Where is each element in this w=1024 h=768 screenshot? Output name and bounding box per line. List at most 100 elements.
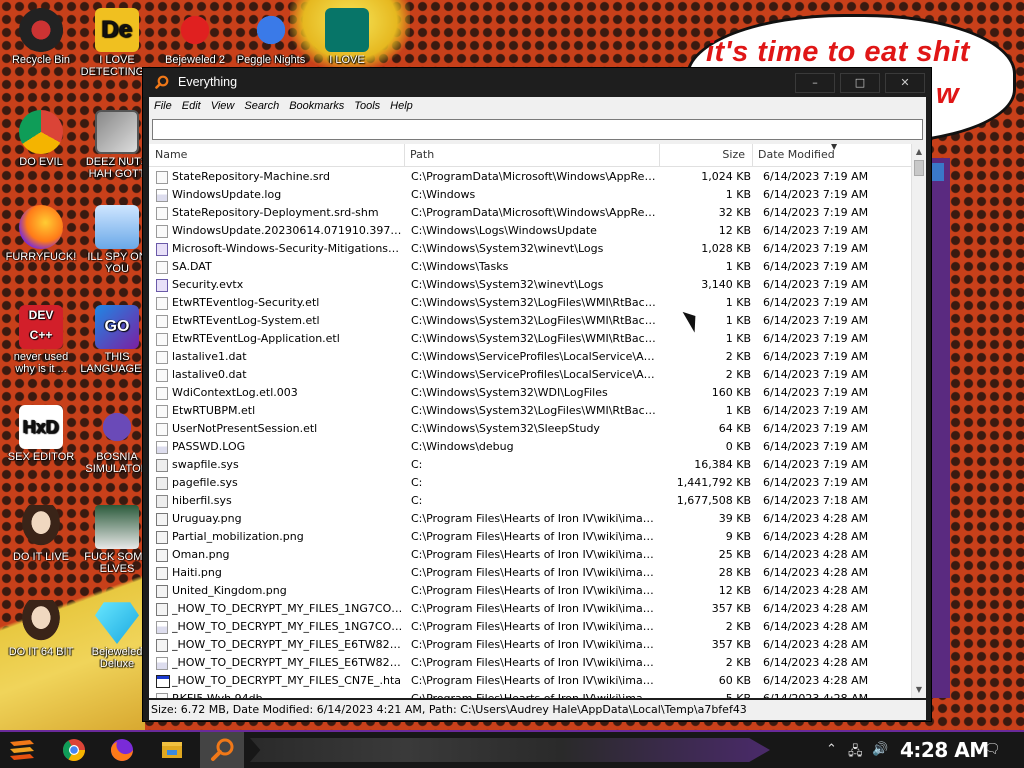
desktop-icon-peggle[interactable]: Peggle Nights — [234, 8, 308, 66]
table-row[interactable]: Partial_mobilization.png C:\Program Files… — [149, 528, 911, 546]
window-titlebar[interactable]: Everything – □ ✕ — [143, 68, 931, 97]
table-row[interactable]: EtwRTEventLog-System.etl C:\Windows\Syste… — [149, 312, 911, 330]
desktop-icon-firefox[interactable]: FURRYFUCK! — [4, 205, 78, 263]
table-row[interactable]: Oman.png C:\Program Files\Hearts of Iron … — [149, 546, 911, 564]
cell-name: StateRepository-Machine.srd — [172, 170, 330, 183]
taskbar-everything[interactable] — [200, 732, 244, 768]
table-row[interactable]: _HOW_TO_DECRYPT_MY_FILES_CN7E_.hta C:\Pro… — [149, 672, 911, 690]
cell-size: 1 KB — [725, 332, 751, 345]
cell-date: 6/14/2023 7:19 AM — [763, 206, 869, 219]
column-path[interactable]: Path — [404, 144, 659, 167]
table-row[interactable]: EtwRTEventlog-Security.etl C:\Windows\Sys… — [149, 294, 911, 312]
table-row[interactable]: _HOW_TO_DECRYPT_MY_FILES_E6TW82_.txt C:\P… — [149, 654, 911, 672]
table-row[interactable]: hiberfil.sys C: 1,677,508 KB 6/14/2023 7:18… — [149, 492, 911, 510]
desktop-icon-portrait64[interactable]: DO IT 64 BIT — [4, 600, 78, 658]
volume-icon[interactable]: 🔊 — [872, 742, 888, 757]
file-img-icon — [156, 513, 168, 526]
menu-edit[interactable]: Edit — [177, 97, 206, 112]
file-log-icon — [156, 657, 168, 670]
menu-bookmarks[interactable]: Bookmarks — [284, 97, 349, 112]
table-row[interactable]: Haiti.png C:\Program Files\Hearts of Iron… — [149, 564, 911, 582]
scroll-thumb[interactable] — [914, 160, 924, 176]
portrait64-icon — [19, 600, 63, 644]
scroll-up-icon[interactable]: ▲ — [912, 144, 926, 160]
cell-path: C:\Windows\debug — [411, 440, 514, 453]
taskbar-clock[interactable]: 4:28 AM — [900, 738, 989, 762]
desktop-icon-devcpp[interactable]: DEV C++ never used why is it ... — [4, 305, 78, 375]
file-file-icon — [156, 423, 168, 436]
maximize-button[interactable]: □ — [840, 73, 880, 93]
table-row[interactable]: EtwRTEventLog-Application.etl C:\Windows\… — [149, 330, 911, 348]
cell-size: 16,384 KB — [694, 458, 751, 471]
table-row[interactable]: RKFJ5 Wyh 94db C:\Program Files\Hearts of… — [149, 690, 911, 698]
taskbar-file-explorer[interactable] — [150, 732, 194, 768]
menu-file[interactable]: File — [149, 97, 177, 112]
table-row[interactable]: SA.DAT C:\Windows\Tasks 1 KB 6/14/2023 7:19… — [149, 258, 911, 276]
taskbar-chrome[interactable] — [52, 732, 96, 768]
vertical-scrollbar[interactable]: ▲ ▼ — [911, 144, 926, 698]
table-row[interactable]: WindowsUpdate.20230614.071910.397.1.etl C… — [149, 222, 911, 240]
table-row[interactable]: UserNotPresentSession.etl C:\Windows\Syst… — [149, 420, 911, 438]
cell-date: 6/14/2023 7:19 AM — [763, 386, 869, 399]
desktop-icon-chrome[interactable]: DO EVIL — [4, 110, 78, 168]
table-row[interactable]: Microsoft-Windows-Security-Mitigations%4… — [149, 240, 911, 258]
cell-path: C:\Windows\System32\winevt\Logs — [411, 242, 604, 255]
menu-view[interactable]: View — [206, 97, 240, 112]
start-button[interactable] — [0, 732, 44, 768]
results-list[interactable]: Name Path Size Date Modified ▼ StateRepo… — [149, 144, 926, 698]
desktop-icon-publisher[interactable]: I LOVE — [310, 8, 384, 66]
cell-date: 6/14/2023 4:28 AM — [763, 584, 869, 597]
taskbar-firefox[interactable] — [100, 732, 144, 768]
table-row[interactable]: pagefile.sys C: 1,441,792 KB 6/14/2023 7:19… — [149, 474, 911, 492]
cell-date: 6/14/2023 7:19 AM — [763, 170, 869, 183]
cell-date: 6/14/2023 7:19 AM — [763, 278, 869, 291]
menu-help[interactable]: Help — [385, 97, 418, 112]
menu-tools[interactable]: Tools — [349, 97, 385, 112]
table-row[interactable]: Security.evtx C:\Windows\System32\winevt\… — [149, 276, 911, 294]
desktop-icon-portrait[interactable]: DO IT LIVE — [4, 505, 78, 563]
window-title: Everything — [178, 75, 238, 89]
network-icon[interactable]: 🖧 — [848, 742, 863, 764]
firefox-icon — [110, 739, 133, 761]
cell-date: 6/14/2023 7:19 AM — [763, 242, 869, 255]
table-row[interactable]: WindowsUpdate.log C:\Windows 1 KB 6/14/2023… — [149, 186, 911, 204]
table-row[interactable]: swapfile.sys C: 16,384 KB 6/14/2023 7:19 AM — [149, 456, 911, 474]
cell-size: 1 KB — [725, 404, 751, 417]
minimize-button[interactable]: – — [795, 73, 835, 93]
tray-chevron-icon[interactable]: ⌃ — [826, 742, 837, 757]
table-row[interactable]: lastalive0.dat C:\Windows\ServiceProfiles… — [149, 366, 911, 384]
table-row[interactable]: _HOW_TO_DECRYPT_MY_FILES_1NG7COH_.txt C:\… — [149, 618, 911, 636]
desktop-icon-bejeweled2[interactable]: Bejeweled 2 — [158, 8, 232, 66]
table-row[interactable]: United_Kingdom.png C:\Program Files\Heart… — [149, 582, 911, 600]
chrome-icon — [19, 110, 63, 154]
desktop-icon-label: Peggle Nights — [236, 54, 306, 66]
close-button[interactable]: ✕ — [885, 73, 925, 93]
table-row[interactable]: StateRepository-Machine.srd C:\ProgramDat… — [149, 168, 911, 186]
search-input[interactable] — [152, 119, 923, 140]
table-row[interactable]: WdiContextLog.etl.003 C:\Windows\System32… — [149, 384, 911, 402]
cell-date: 6/14/2023 4:28 AM — [763, 674, 869, 687]
magnifier-icon — [155, 75, 169, 89]
column-name[interactable]: Name — [149, 144, 404, 167]
scroll-down-icon[interactable]: ▼ — [912, 682, 926, 698]
table-row[interactable]: lastalive1.dat C:\Windows\ServiceProfiles… — [149, 348, 911, 366]
table-row[interactable]: _HOW_TO_DECRYPT_MY_FILES_E6TW82_.png C:\P… — [149, 636, 911, 654]
column-size[interactable]: Size — [659, 144, 751, 167]
cell-date: 6/14/2023 7:19 AM — [763, 404, 869, 417]
table-row[interactable]: StateRepository-Deployment.srd-shm C:\Pro… — [149, 204, 911, 222]
menu-search[interactable]: Search — [239, 97, 284, 112]
cell-name: Uruguay.png — [172, 512, 242, 525]
cell-name: EtwRTUBPM.etl — [172, 404, 256, 417]
cell-name: Partial_mobilization.png — [172, 530, 304, 543]
table-row[interactable]: _HOW_TO_DECRYPT_MY_FILES_1NG7COH_.png C:\… — [149, 600, 911, 618]
cell-path: C:\Program Files\Hearts of Iron IV\wiki\… — [411, 690, 659, 698]
desktop-icon-hxd[interactable]: HxD SEX EDITOR — [4, 405, 78, 463]
table-row[interactable]: PASSWD.LOG C:\Windows\debug 0 KB 6/14/2023 … — [149, 438, 911, 456]
notifications-icon[interactable]: 🗨 — [984, 742, 1001, 757]
everything-window[interactable]: Everything – □ ✕ File Edit View Search Bookm… — [142, 67, 932, 722]
table-row[interactable]: EtwRTUBPM.etl C:\Windows\System32\LogFile… — [149, 402, 911, 420]
desktop-icon-recycle-bin[interactable]: Recycle Bin — [4, 8, 78, 66]
table-row[interactable]: Uruguay.png C:\Program Files\Hearts of Ir… — [149, 510, 911, 528]
cell-size: 3,140 KB — [701, 278, 751, 291]
background-window-accent — [932, 163, 944, 181]
